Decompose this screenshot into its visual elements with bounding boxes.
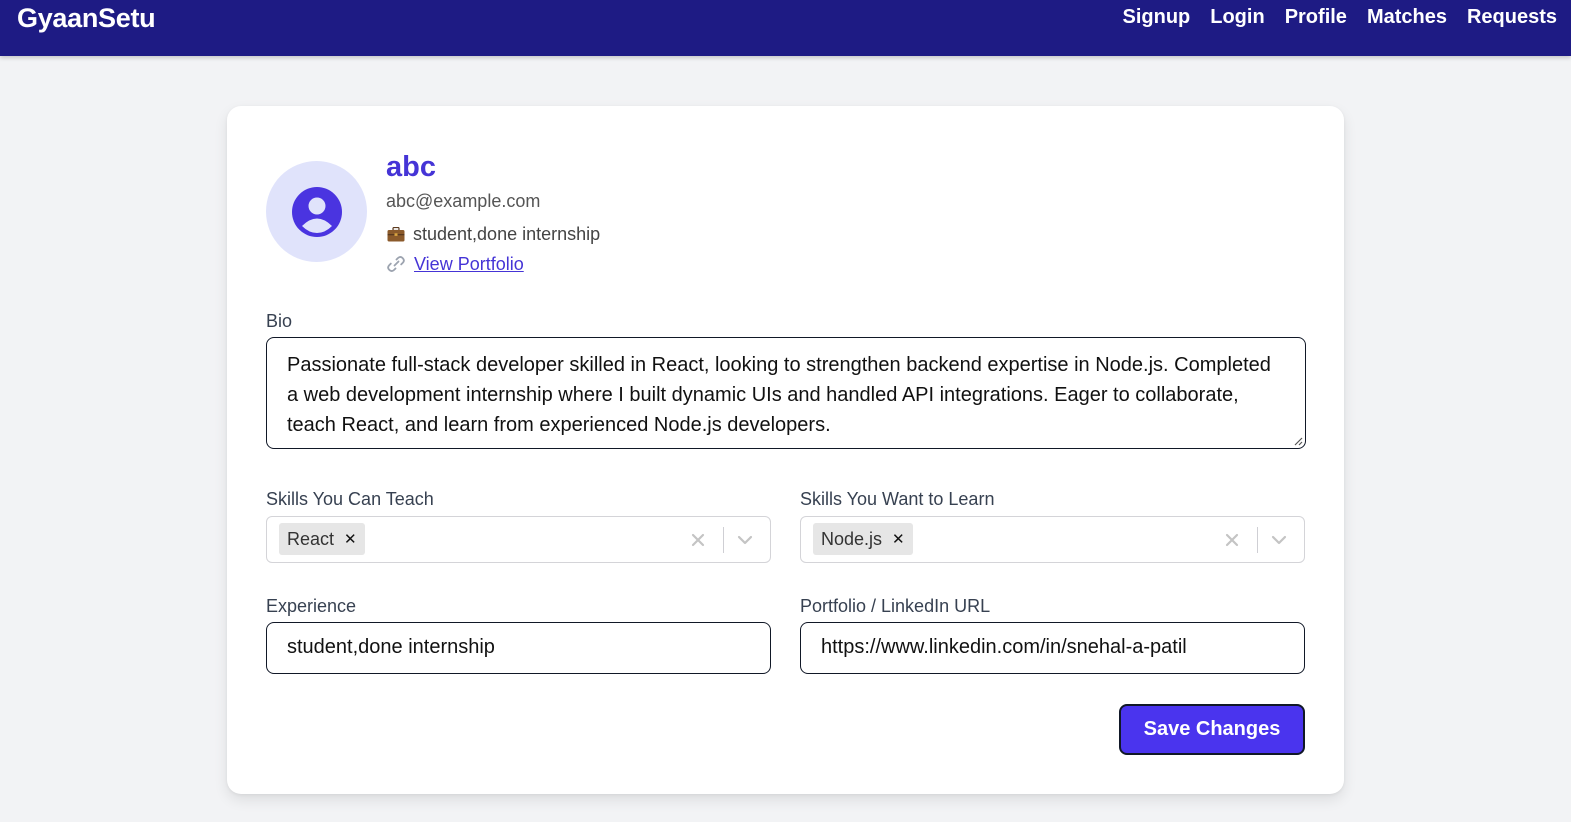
experience-label: Experience [266,596,357,616]
view-portfolio-link[interactable]: View Portfolio [386,253,524,275]
user-circle-icon [291,186,342,237]
learn-skills-label: Skills You Want to Learn [800,489,995,509]
nav-requests-link[interactable]: Requests [1467,4,1557,30]
chevron-down-icon[interactable] [733,528,757,552]
select-divider [722,527,724,553]
profile-experience-text: student,done internship [413,224,601,244]
nav-matches-link[interactable]: Matches [1367,4,1447,30]
bio-textarea[interactable]: Passionate full-stack developer skilled … [266,337,1306,449]
profile-experience: student,done internship [387,223,600,245]
learn-skill-chip-label: Node.js [821,528,883,549]
link-icon [387,256,405,272]
bio-label: Bio [266,311,293,331]
portfolio-url-label: Portfolio / LinkedIn URL [800,596,991,616]
remove-chip-icon[interactable]: ✕ [892,530,905,548]
profile-email: abc@example.com [386,191,541,211]
learn-skill-chip: Node.js ✕ [813,523,913,555]
select-divider [1256,527,1258,553]
save-changes-button[interactable]: Save Changes [1119,704,1305,755]
teach-skill-chip: React ✕ [279,523,365,555]
remove-chip-icon[interactable]: ✕ [344,530,357,548]
nav-links: Signup Login Profile Matches Requests [1122,4,1557,30]
nav-login-link[interactable]: Login [1210,4,1264,30]
teach-skills-select[interactable]: React ✕ [266,516,771,563]
teach-skills-label: Skills You Can Teach [266,489,434,509]
portfolio-url-input[interactable]: https://www.linkedin.com/in/snehal-a-pat… [800,622,1305,674]
chevron-down-icon[interactable] [1267,528,1291,552]
top-navbar: GyaanSetu Signup Login Profile Matches R… [0,0,1571,56]
profile-name: abc [386,151,436,183]
clear-icon[interactable] [686,528,710,552]
bio-text: Passionate full-stack developer skilled … [287,354,1271,436]
nav-profile-link[interactable]: Profile [1285,4,1347,30]
experience-input[interactable]: student,done internship [266,622,771,674]
resize-handle-icon[interactable] [1293,436,1303,446]
nav-signup-link[interactable]: Signup [1122,4,1190,30]
avatar [266,161,367,262]
clear-icon[interactable] [1220,528,1244,552]
profile-card: abc abc@example.com student,done interns… [227,106,1344,794]
learn-skills-select[interactable]: Node.js ✕ [800,516,1305,563]
brand-logo[interactable]: GyaanSetu [17,2,156,34]
view-portfolio-label[interactable]: View Portfolio [414,253,524,275]
briefcase-icon [387,226,405,241]
teach-skill-chip-label: React [287,528,335,549]
